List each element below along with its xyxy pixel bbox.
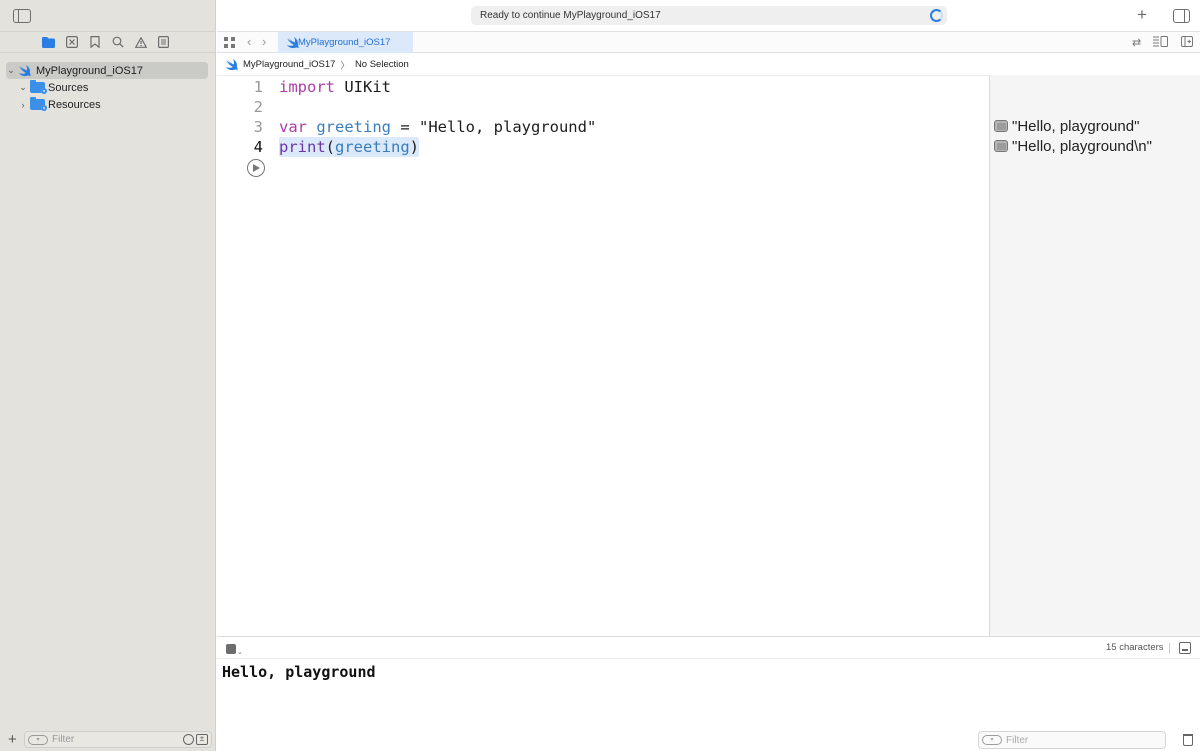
tab-label: MyPlayground_iOS17	[298, 37, 391, 48]
divider	[1169, 643, 1170, 654]
tree-item-sources[interactable]: ⌄ Sources	[0, 79, 216, 96]
result-value: "Hello, playground"	[1012, 117, 1140, 135]
report-navigator-icon[interactable]	[156, 35, 171, 49]
operator-token: =	[391, 118, 419, 136]
navigator-selector-bar	[0, 31, 216, 53]
line-number: 2	[253, 98, 263, 116]
inspector-toggle-icon[interactable]	[1173, 9, 1190, 23]
trash-icon[interactable]	[1183, 734, 1193, 746]
tree-item-label: MyPlayground_iOS17	[36, 64, 144, 77]
keyword-token: var	[279, 118, 307, 136]
tab-playground[interactable]: MyPlayground_iOS17	[278, 32, 413, 53]
result-value: "Hello, playground\n"	[1012, 137, 1152, 155]
paren-token: (	[325, 138, 336, 156]
filter-options-icon[interactable]: ▾	[982, 735, 1002, 745]
code-line[interactable]: 3 var greeting = "Hello, playground"	[217, 117, 989, 137]
identifier-token: greeting	[316, 118, 391, 136]
line-number: 1	[253, 78, 263, 96]
filter-placeholder: Filter	[52, 734, 75, 745]
function-token: print	[279, 138, 326, 156]
keyword-token: import	[279, 78, 335, 96]
code-text: var greeting = "Hello, playground"	[279, 117, 596, 137]
navigator-sidebar: ⌄ MyPlayground_iOS17 ⌄ Sources › Resourc…	[0, 0, 216, 751]
forward-arrow-icon[interactable]: ›	[262, 34, 266, 49]
code-line-current[interactable]: 4 print(greeting)	[217, 137, 989, 157]
identifier-token: greeting	[335, 138, 410, 156]
quick-look-icon[interactable]	[994, 120, 1008, 132]
code-line[interactable]: 2	[217, 97, 989, 117]
console-output[interactable]: Hello, playground	[217, 659, 1200, 729]
editor-options-icon[interactable]	[1153, 36, 1168, 50]
library-add-button[interactable]: +	[1137, 5, 1147, 25]
chevron-down-icon[interactable]: ⌄	[6, 65, 16, 76]
project-tree: ⌄ MyPlayground_iOS17 ⌄ Sources › Resourc…	[0, 62, 216, 113]
source-control-filter-icon[interactable]: ±	[196, 734, 208, 745]
console-toggle-icon[interactable]	[1179, 642, 1191, 654]
project-navigator-icon[interactable]	[41, 35, 56, 49]
results-sidebar: "Hello, playground" "Hello, playground\n…	[989, 75, 1200, 636]
editor-tab-bar: ‹ › MyPlayground_iOS17 ⇄	[217, 31, 1200, 53]
sidebar-toggle-icon[interactable]	[13, 9, 31, 23]
stop-icon[interactable]	[226, 644, 236, 654]
breadcrumb-separator: 〉	[340, 60, 350, 72]
source-control-navigator-icon[interactable]	[64, 35, 79, 49]
quick-look-icon[interactable]	[994, 140, 1008, 152]
recent-files-icon[interactable]	[183, 734, 194, 745]
console-text: Hello, playground	[222, 663, 376, 681]
swift-icon	[18, 64, 31, 76]
find-navigator-icon[interactable]	[110, 35, 125, 49]
tree-item-label: Sources	[48, 81, 89, 94]
line-number: 3	[253, 118, 263, 136]
breadcrumb-selection[interactable]: No Selection	[355, 59, 409, 70]
code-line[interactable]: 1 import UIKit	[217, 77, 989, 97]
result-row[interactable]: "Hello, playground"	[994, 116, 1139, 136]
filter-placeholder: Filter	[1006, 734, 1029, 746]
result-row[interactable]: "Hello, playground\n"	[994, 136, 1152, 156]
progress-spinner-icon	[930, 9, 943, 22]
status-text: Ready to continue MyPlayground_iOS17	[480, 10, 661, 21]
string-token: "Hello, playground"	[419, 118, 597, 136]
chevron-down-icon[interactable]: ⌄	[18, 82, 28, 93]
sidebar-footer: + ▾ Filter ±	[0, 729, 216, 751]
related-items-grid-icon[interactable]	[224, 37, 235, 48]
debug-bar: ⌄ 15 characters	[217, 636, 1200, 659]
console-filter-field[interactable]: ▾ Filter	[978, 731, 1166, 749]
bookmark-navigator-icon[interactable]	[87, 35, 102, 49]
code-text: import UIKit	[279, 77, 391, 97]
add-editor-icon[interactable]	[1181, 36, 1193, 50]
add-file-button[interactable]: +	[8, 731, 17, 748]
paren-token: )	[409, 138, 420, 156]
console-footer: ▾ Filter	[217, 729, 1200, 751]
swift-icon	[225, 58, 238, 70]
run-playground-button[interactable]	[247, 159, 265, 177]
code-editor[interactable]: 1 import UIKit 2 3 var greeting = "Hello…	[217, 75, 989, 636]
activity-status-bar: Ready to continue MyPlayground_iOS17	[471, 6, 947, 25]
code-token: UIKit	[335, 78, 391, 96]
window-toolbar: Ready to continue MyPlayground_iOS17 +	[217, 0, 1200, 31]
issue-navigator-icon[interactable]	[133, 35, 148, 49]
swift-icon	[286, 37, 299, 49]
tree-item-label: Resources	[48, 98, 101, 111]
jump-bar: MyPlayground_iOS17 〉 No Selection	[217, 55, 1200, 74]
chevron-right-icon[interactable]: ›	[18, 100, 28, 110]
code-text: print(greeting)	[279, 137, 420, 157]
back-arrow-icon[interactable]: ‹	[247, 34, 251, 49]
tree-item-resources[interactable]: › Resources	[0, 96, 216, 113]
line-number: 4	[253, 138, 263, 156]
tree-item-project-root[interactable]: ⌄ MyPlayground_iOS17	[6, 62, 208, 79]
folder-icon	[30, 80, 47, 94]
folder-icon	[30, 97, 47, 111]
breadcrumb-project[interactable]: MyPlayground_iOS17	[243, 59, 335, 70]
swap-arrows-icon[interactable]: ⇄	[1132, 36, 1141, 49]
filter-options-icon[interactable]: ▾	[28, 734, 48, 745]
chevron-down-icon[interactable]: ⌄	[237, 648, 243, 656]
character-count: 15 characters	[1106, 642, 1164, 653]
